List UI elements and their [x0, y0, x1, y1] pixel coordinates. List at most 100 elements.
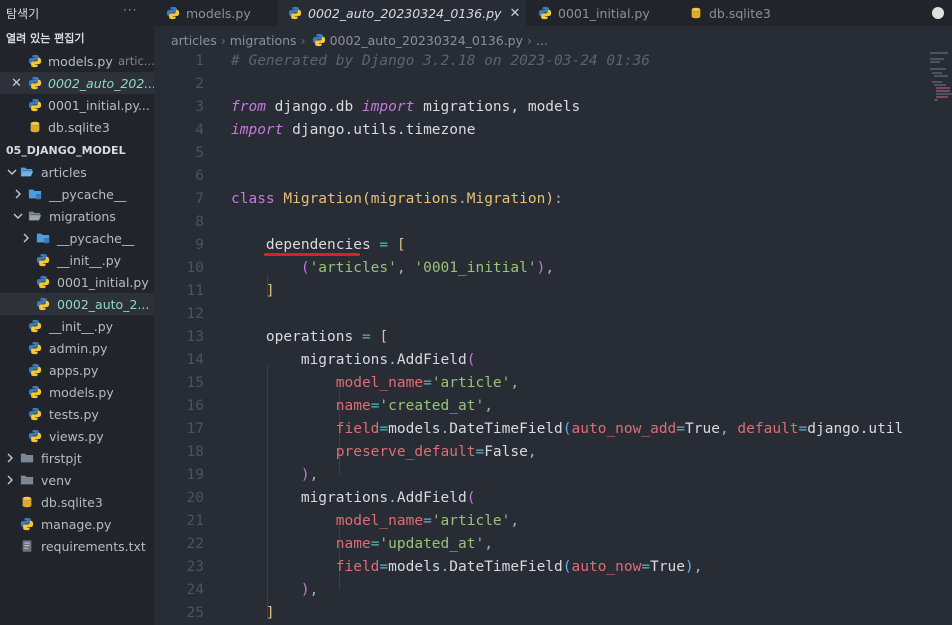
python-file-icon: [36, 297, 50, 311]
close-tab-icon[interactable]: ✕: [509, 6, 520, 21]
tree-file-admin[interactable]: admin.py: [0, 337, 154, 359]
tree-folder-venv[interactable]: venv: [0, 469, 154, 491]
line-number: 25: [186, 605, 204, 621]
tree-file-requirements[interactable]: requirements.txt: [0, 535, 154, 557]
tree-label: admin.py: [49, 340, 108, 356]
explorer-sidebar: 탐색기 ··· 열려 있는 편집기 models.py artic... ✕ 0…: [0, 0, 154, 625]
tree-label: 0001_initial.py: [57, 274, 149, 290]
parameter: auto_now: [571, 559, 642, 575]
open-editor-0002[interactable]: ✕ 0002_auto_202...: [0, 72, 154, 94]
tree-file-tests[interactable]: tests.py: [0, 403, 154, 425]
code-line-1: # Generated by Django 3.2.18 on 2023-03-…: [231, 50, 650, 73]
tree-file-manage[interactable]: manage.py: [0, 513, 154, 535]
breadcrumb-item[interactable]: 0002_auto_20230324_0136.py: [330, 33, 523, 48]
line-number: 14: [186, 352, 204, 368]
tree-folder-pycache-2[interactable]: __pycache__: [0, 227, 154, 249]
more-actions-icon[interactable]: ···: [123, 3, 137, 17]
folder-icon: [20, 475, 34, 485]
line-number: 8: [195, 214, 204, 230]
code-line-3: from django.db import migrations, models: [231, 96, 580, 119]
tab-0001-initial[interactable]: 0001_initial.py: [536, 0, 676, 26]
code-line-7: class Migration(migrations.Migration):: [231, 191, 563, 207]
breadcrumb-item[interactable]: migrations: [230, 33, 297, 48]
breadcrumb-item[interactable]: ...: [536, 33, 548, 48]
chevron-right-icon: [4, 474, 16, 486]
identifier: migrations: [300, 352, 389, 368]
tree-label: firstpjt: [41, 450, 82, 466]
parameter: name: [335, 398, 371, 414]
tree-file-apps[interactable]: apps.py: [0, 359, 154, 381]
code-editor[interactable]: articles › migrations › 0002_auto_202303…: [154, 26, 952, 625]
parameter: preserve_default: [335, 444, 476, 460]
tab-label: db.sqlite3: [709, 5, 771, 21]
breadcrumb-separator: ›: [300, 32, 306, 48]
parameter: default: [737, 421, 799, 437]
tree-file-views[interactable]: views.py: [0, 425, 154, 447]
line-number: 10: [186, 260, 204, 276]
tree-file-models[interactable]: models.py: [0, 381, 154, 403]
python-file-icon: [28, 385, 42, 399]
annotation-underline: [264, 253, 360, 256]
line-number: 24: [186, 582, 204, 598]
breadcrumb-item[interactable]: articles: [171, 33, 217, 48]
tree-folder-pycache[interactable]: __pycache__: [0, 183, 154, 205]
tab-label: 0001_initial.py: [558, 5, 650, 21]
minimap-line: [936, 93, 952, 95]
tree-file-init-articles[interactable]: __init__.py: [0, 315, 154, 337]
folder-open-icon: [20, 167, 34, 177]
tab-label: 0002_auto_20230324_0136.py: [308, 5, 502, 21]
minimap-line: [936, 96, 948, 98]
tab-models[interactable]: models.py: [164, 0, 276, 26]
code-line-21: model_name='article',: [335, 513, 520, 529]
line-number: 1: [195, 53, 204, 69]
chevron-right-icon: [4, 452, 16, 464]
line-number: 6: [195, 168, 204, 184]
python-file-icon: [28, 341, 42, 355]
code-line-16: name='created_at',: [335, 398, 493, 414]
tree-file-0002[interactable]: 0002_auto_2...: [0, 293, 154, 315]
identifier: models: [388, 421, 441, 437]
code-line-24: ),: [300, 582, 319, 598]
tree-file-init-migrations[interactable]: __init__.py: [0, 249, 154, 271]
python-file-icon: [538, 6, 552, 20]
parameter: name: [335, 536, 371, 552]
string: 'articles': [309, 260, 397, 276]
editor-tab-bar: models.py 0002_auto_20230324_0136.py ✕ 0…: [154, 0, 952, 26]
code-line-23: field=models.DateTimeField(auto_now=True…: [335, 559, 703, 575]
minimap-line: [930, 61, 940, 63]
close-icon[interactable]: ✕: [11, 76, 22, 91]
project-header[interactable]: 05_DJANGO_MODEL: [0, 139, 154, 161]
string: '0001_initial': [414, 260, 537, 276]
tree-label: migrations: [49, 208, 116, 224]
tree-label: __init__.py: [49, 318, 114, 334]
tree-folder-firstpjt[interactable]: firstpjt: [0, 447, 154, 469]
tab-0002-auto[interactable]: 0002_auto_20230324_0136.py ✕: [278, 0, 526, 26]
open-editor-0001[interactable]: 0001_initial.py...: [0, 94, 154, 116]
breadcrumb-separator: ›: [220, 32, 226, 48]
tree-label: venv: [41, 472, 72, 488]
tree-folder-migrations[interactable]: migrations: [0, 205, 154, 227]
open-editor-label: 0001_initial.py...: [48, 97, 150, 113]
code-line-4: import django.utils.timezone: [231, 119, 475, 142]
parameter: model_name: [335, 375, 424, 391]
tree-label: __pycache__: [57, 230, 135, 246]
open-editor-models[interactable]: models.py artic...: [0, 50, 154, 72]
literal: True: [650, 559, 686, 575]
open-editor-db[interactable]: db.sqlite3: [0, 116, 154, 138]
tree-file-0001[interactable]: 0001_initial.py: [0, 271, 154, 293]
tree-folder-articles[interactable]: articles: [0, 161, 154, 183]
code-line-20: migrations.AddField(: [300, 490, 476, 506]
code-line-10: ('articles', '0001_initial'),: [300, 260, 555, 276]
class-name: Migration: [283, 191, 362, 207]
explorer-title: 탐색기: [6, 6, 40, 21]
line-number: 20: [186, 490, 204, 506]
tab-db-sqlite[interactable]: db.sqlite3: [687, 0, 797, 26]
function-call: AddField: [396, 352, 467, 368]
open-editors-header[interactable]: 열려 있는 편집기: [0, 26, 154, 50]
code-line-19: ),: [300, 467, 319, 483]
minimap[interactable]: [928, 48, 952, 128]
folder-icon: [28, 189, 42, 200]
line-number: 9: [195, 237, 204, 253]
tree-file-db[interactable]: db.sqlite3: [0, 491, 154, 513]
line-number: 21: [186, 513, 204, 529]
